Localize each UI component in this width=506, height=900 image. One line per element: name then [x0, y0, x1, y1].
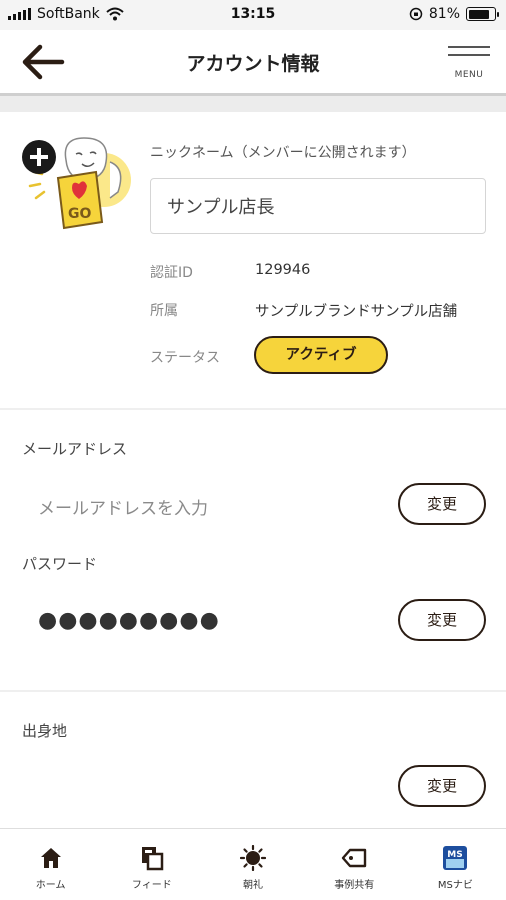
home-icon	[40, 848, 61, 868]
menu-label: MENU	[454, 70, 484, 80]
tab-ms-navi[interactable]: MS MSナビ	[405, 829, 506, 900]
tab-label: ホーム	[35, 880, 66, 891]
password-value: ●●●●●●●●●	[38, 608, 220, 633]
nickname-label: ニックネーム（メンバーに公開されます）	[150, 145, 416, 161]
status-badge: アクティブ	[254, 336, 388, 374]
battery-percent: 81%	[428, 6, 460, 22]
battery-icon	[466, 7, 499, 21]
change-email-button[interactable]: 変更	[398, 483, 486, 525]
auth-id-label: 認証ID	[150, 265, 193, 281]
menu-button[interactable]: MENU	[446, 42, 492, 86]
section-divider	[0, 690, 506, 692]
hamburger-icon	[448, 46, 490, 48]
svg-text:GO: GO	[68, 206, 91, 222]
nickname-input[interactable]	[150, 178, 486, 234]
password-label: パスワード	[22, 555, 98, 573]
change-hometown-button[interactable]: 変更	[398, 765, 486, 807]
hometown-label: 出身地	[22, 722, 68, 740]
tab-morning-meeting[interactable]: 朝礼	[202, 829, 303, 900]
battery-level	[468, 9, 489, 19]
email-label: メールアドレス	[22, 440, 128, 458]
add-photo-icon[interactable]	[22, 140, 56, 174]
app-header: アカウント情報 MENU	[0, 30, 506, 96]
battery-info: 81%	[409, 6, 499, 22]
page-title: アカウント情報	[186, 53, 320, 75]
email-value: メールアドレスを入力	[38, 499, 208, 519]
affiliation-value: サンプルブランドサンプル店舗	[255, 304, 458, 320]
status-label: ステータス	[150, 350, 220, 366]
section-divider	[0, 408, 506, 410]
svg-text:MS: MS	[448, 850, 463, 860]
tab-home[interactable]: ホーム	[0, 829, 101, 900]
tab-label: 事例共有	[334, 880, 375, 891]
tab-label: MSナビ	[437, 880, 473, 891]
status-bar: SoftBank 13:15 81%	[0, 0, 506, 30]
feed-icon	[141, 847, 164, 871]
tab-feed[interactable]: フィード	[101, 829, 202, 900]
auth-id-value: 129946	[255, 262, 311, 278]
tab-label: フィード	[131, 880, 172, 891]
change-password-button[interactable]: 変更	[398, 599, 486, 641]
ms-navi-icon: MS	[443, 846, 468, 870]
affiliation-label: 所属	[150, 303, 178, 319]
hamburger-line	[448, 54, 490, 56]
tag-icon	[342, 848, 367, 868]
header-shadow-band	[0, 96, 506, 112]
tab-label: 朝礼	[243, 880, 263, 891]
sun-icon	[240, 845, 266, 871]
orientation-lock-icon	[409, 7, 423, 21]
tab-case-sharing[interactable]: 事例共有	[304, 829, 405, 900]
bottom-tab-bar: ホーム フィード 朝礼 事例共有 MS MSナビ	[0, 828, 506, 900]
